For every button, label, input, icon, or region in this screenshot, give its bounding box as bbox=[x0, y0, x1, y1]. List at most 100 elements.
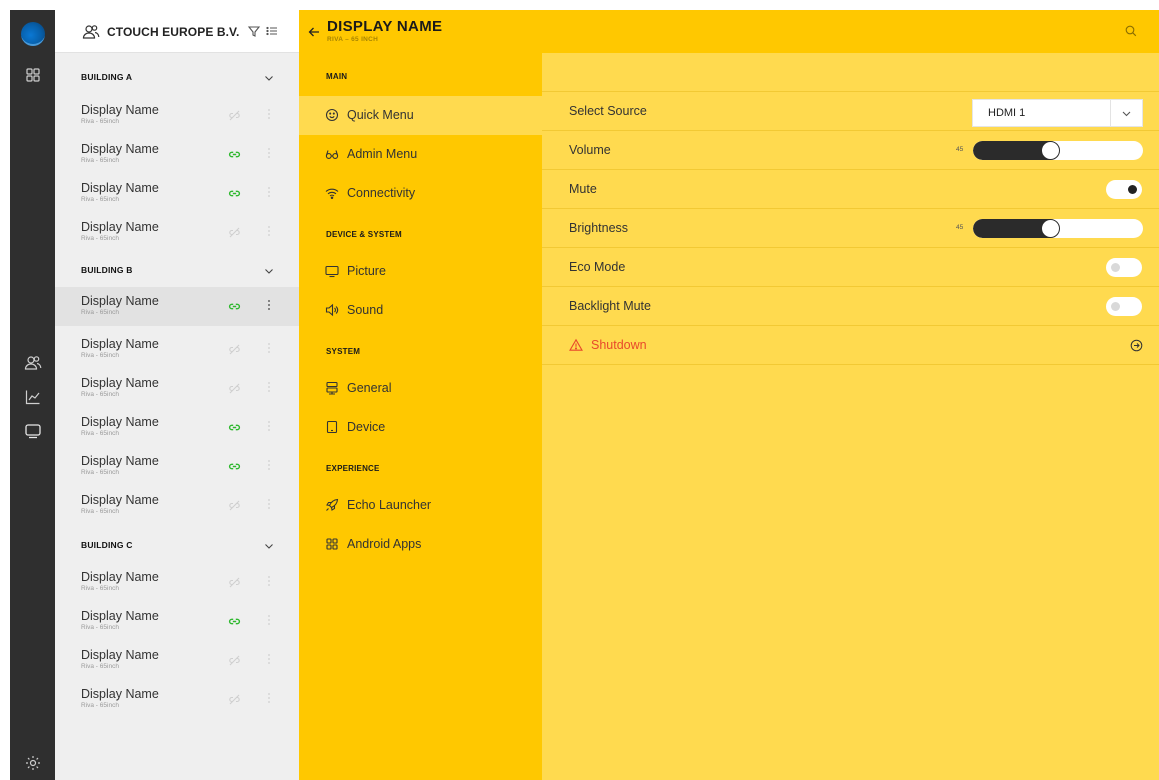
glasses-icon bbox=[325, 147, 339, 161]
menu-item-admin-menu[interactable]: Admin Menu bbox=[299, 135, 542, 174]
volume-slider[interactable] bbox=[973, 141, 1143, 160]
menu-item-android-apps[interactable]: Android Apps bbox=[299, 525, 542, 564]
more-options-icon[interactable] bbox=[267, 576, 271, 589]
menu-item-picture[interactable]: Picture bbox=[299, 252, 542, 291]
toggle-knob bbox=[1111, 302, 1120, 311]
device-name: Display Name bbox=[81, 142, 159, 156]
chevron-down-icon[interactable] bbox=[263, 265, 275, 277]
device-model: Riva - 65inch bbox=[81, 585, 119, 592]
menu-item-device[interactable]: Device bbox=[299, 408, 542, 447]
more-options-icon[interactable] bbox=[267, 226, 271, 239]
mute-toggle[interactable] bbox=[1106, 180, 1142, 199]
device-model: Riva - 65inch bbox=[81, 624, 119, 631]
chevron-down-icon[interactable] bbox=[1121, 108, 1132, 119]
slider-fill bbox=[973, 219, 1051, 238]
device-list-item[interactable]: Display Name Riva - 65inch bbox=[55, 602, 299, 641]
device-list-item[interactable]: Display Name Riva - 65inch bbox=[55, 330, 299, 369]
building-b-header[interactable]: BUILDING B bbox=[55, 252, 299, 290]
chevron-down-icon[interactable] bbox=[263, 72, 275, 84]
link-off-icon bbox=[228, 654, 241, 667]
building-c-header[interactable]: BUILDING C bbox=[55, 527, 299, 565]
device-list-item-selected[interactable]: Display Name Riva - 65inch bbox=[55, 287, 299, 326]
device-name: Display Name bbox=[81, 609, 159, 623]
menu-item-sound[interactable]: Sound bbox=[299, 291, 542, 330]
link-icon bbox=[228, 148, 241, 161]
link-icon bbox=[228, 460, 241, 473]
more-options-icon[interactable] bbox=[267, 187, 271, 200]
chart-icon[interactable] bbox=[24, 388, 42, 406]
more-options-icon[interactable] bbox=[267, 615, 271, 628]
slider-thumb[interactable] bbox=[1041, 141, 1060, 160]
app-logo[interactable] bbox=[21, 22, 45, 46]
device-list-item[interactable]: Display Name Riva - 65inch bbox=[55, 369, 299, 408]
slider-thumb[interactable] bbox=[1041, 219, 1060, 238]
device-list-item[interactable]: Display Name Riva - 65inch bbox=[55, 641, 299, 680]
more-options-icon[interactable] bbox=[267, 109, 271, 122]
more-options-icon[interactable] bbox=[267, 693, 271, 706]
menu-item-label: Android Apps bbox=[347, 537, 422, 551]
menu-item-echo-launcher[interactable]: Echo Launcher bbox=[299, 486, 542, 525]
device-model: Riva - 65inch bbox=[81, 157, 119, 164]
setting-row-volume: Volume 45 bbox=[542, 131, 1159, 170]
menu-item-label: Sound bbox=[347, 303, 384, 317]
device-name: Display Name bbox=[81, 103, 159, 117]
slider-fill bbox=[973, 141, 1051, 160]
search-icon[interactable] bbox=[1125, 25, 1137, 37]
device-list-item[interactable]: Display Name Riva - 65inch bbox=[55, 563, 299, 602]
more-options-icon[interactable] bbox=[267, 460, 271, 473]
link-icon bbox=[228, 187, 241, 200]
device-name: Display Name bbox=[81, 376, 159, 390]
grid-icon[interactable] bbox=[24, 66, 42, 84]
link-off-icon bbox=[228, 226, 241, 239]
shutdown-label: Shutdown bbox=[591, 338, 647, 352]
device-list-panel: CTOUCH EUROPE B.V. BUILDING A Display Na… bbox=[55, 10, 299, 780]
setting-row-brightness: Brightness 45 bbox=[542, 209, 1159, 248]
menu-item-label: Device bbox=[347, 420, 386, 434]
menu-item-quick-menu[interactable]: Quick Menu bbox=[299, 96, 542, 135]
link-off-icon bbox=[228, 343, 241, 356]
setting-row-shutdown[interactable]: Shutdown bbox=[542, 326, 1159, 365]
settings-icon[interactable] bbox=[24, 754, 42, 772]
filter-icon[interactable] bbox=[247, 24, 261, 38]
device-list-item[interactable]: Display Name Riva - 65inch bbox=[55, 96, 299, 135]
toggle-knob bbox=[1111, 263, 1120, 272]
more-options-icon[interactable] bbox=[267, 148, 271, 161]
more-options-icon[interactable] bbox=[267, 382, 271, 395]
top-header: DISPLAY NAME RIVA – 65 INCH bbox=[299, 10, 1159, 53]
device-list-item[interactable]: Display Name Riva - 65inch bbox=[55, 408, 299, 447]
building-a-header[interactable]: BUILDING A bbox=[55, 59, 299, 97]
arrow-circle-right-icon[interactable] bbox=[1130, 339, 1143, 352]
setting-row-mute: Mute bbox=[542, 170, 1159, 209]
source-select[interactable]: HDMI 1 bbox=[972, 99, 1143, 127]
wifi-icon bbox=[325, 186, 339, 200]
back-arrow-icon[interactable] bbox=[307, 25, 321, 39]
backlight-mute-toggle[interactable] bbox=[1106, 297, 1142, 316]
device-model: Riva - 65inch bbox=[81, 391, 119, 398]
eco-mode-toggle[interactable] bbox=[1106, 258, 1142, 277]
device-list-item[interactable]: Display Name Riva - 65inch bbox=[55, 486, 299, 525]
more-options-icon[interactable] bbox=[267, 654, 271, 667]
device-list-item[interactable]: Display Name Riva - 65inch bbox=[55, 174, 299, 213]
menu-item-label: Connectivity bbox=[347, 186, 416, 200]
monitor-icon[interactable] bbox=[24, 422, 42, 440]
device-name: Display Name bbox=[81, 454, 159, 468]
menu-item-general[interactable]: General bbox=[299, 369, 542, 408]
users-icon[interactable] bbox=[24, 354, 42, 372]
menu-item-label: Quick Menu bbox=[347, 108, 414, 122]
brightness-slider[interactable] bbox=[973, 219, 1143, 238]
device-model: Riva - 65inch bbox=[81, 309, 119, 316]
more-options-icon[interactable] bbox=[267, 421, 271, 434]
device-list-item[interactable]: Display Name Riva - 65inch bbox=[55, 135, 299, 174]
chevron-down-icon[interactable] bbox=[263, 540, 275, 552]
device-list-item[interactable]: Display Name Riva - 65inch bbox=[55, 213, 299, 252]
building-name: BUILDING C bbox=[81, 540, 133, 550]
more-options-icon[interactable] bbox=[267, 499, 271, 512]
menu-item-connectivity[interactable]: Connectivity bbox=[299, 174, 542, 213]
list-view-icon[interactable] bbox=[265, 24, 279, 38]
device-list-item[interactable]: Display Name Riva - 65inch bbox=[55, 447, 299, 486]
device-list-item[interactable]: Display Name Riva - 65inch bbox=[55, 680, 299, 719]
more-options-icon[interactable] bbox=[267, 343, 271, 356]
device-model: Riva - 65inch bbox=[81, 508, 119, 515]
more-options-icon[interactable] bbox=[267, 300, 271, 313]
link-off-icon bbox=[228, 382, 241, 395]
